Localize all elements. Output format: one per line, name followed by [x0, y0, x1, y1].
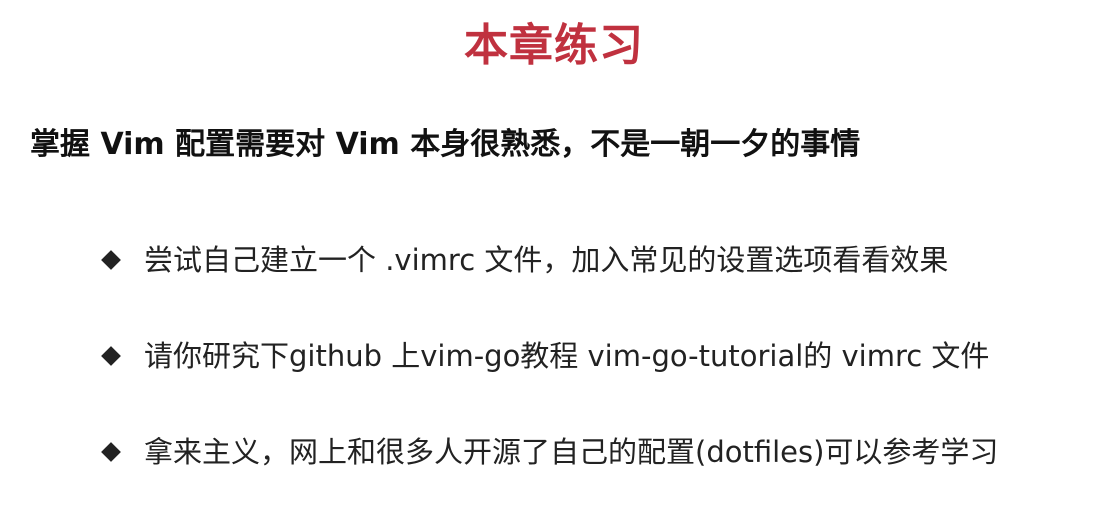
bullet-item: 请你研究下github 上vim-go教程 vim-go-tutorial的 v… [100, 328, 1100, 384]
diamond-bullet-icon [101, 346, 121, 366]
bullet-item: 尝试自己建立一个 .vimrc 文件，加入常见的设置选项看看效果 [100, 232, 1100, 288]
bullet-text: 请你研究下github 上vim-go教程 vim-go-tutorial的 v… [144, 339, 990, 373]
bullet-text: 拿来主义，网上和很多人开源了自己的配置(dotfiles)可以参考学习 [144, 435, 999, 469]
bullet-text: 尝试自己建立一个 .vimrc 文件，加入常见的设置选项看看效果 [144, 243, 949, 277]
slide-title: 本章练习 [464, 20, 644, 71]
slide-subtitle: 掌握 Vim 配置需要对 Vim 本身很熟悉，不是一朝一夕的事情 [30, 127, 861, 162]
diamond-bullet-icon [101, 250, 121, 270]
bullet-list: 尝试自己建立一个 .vimrc 文件，加入常见的设置选项看看效果 请你研究下gi… [100, 232, 1100, 520]
diamond-bullet-icon [101, 442, 121, 462]
slide: 本章练习 掌握 Vim 配置需要对 Vim 本身很熟悉，不是一朝一夕的事情 尝试… [0, 0, 1108, 525]
bullet-item: 拿来主义，网上和很多人开源了自己的配置(dotfiles)可以参考学习 [100, 424, 1100, 480]
